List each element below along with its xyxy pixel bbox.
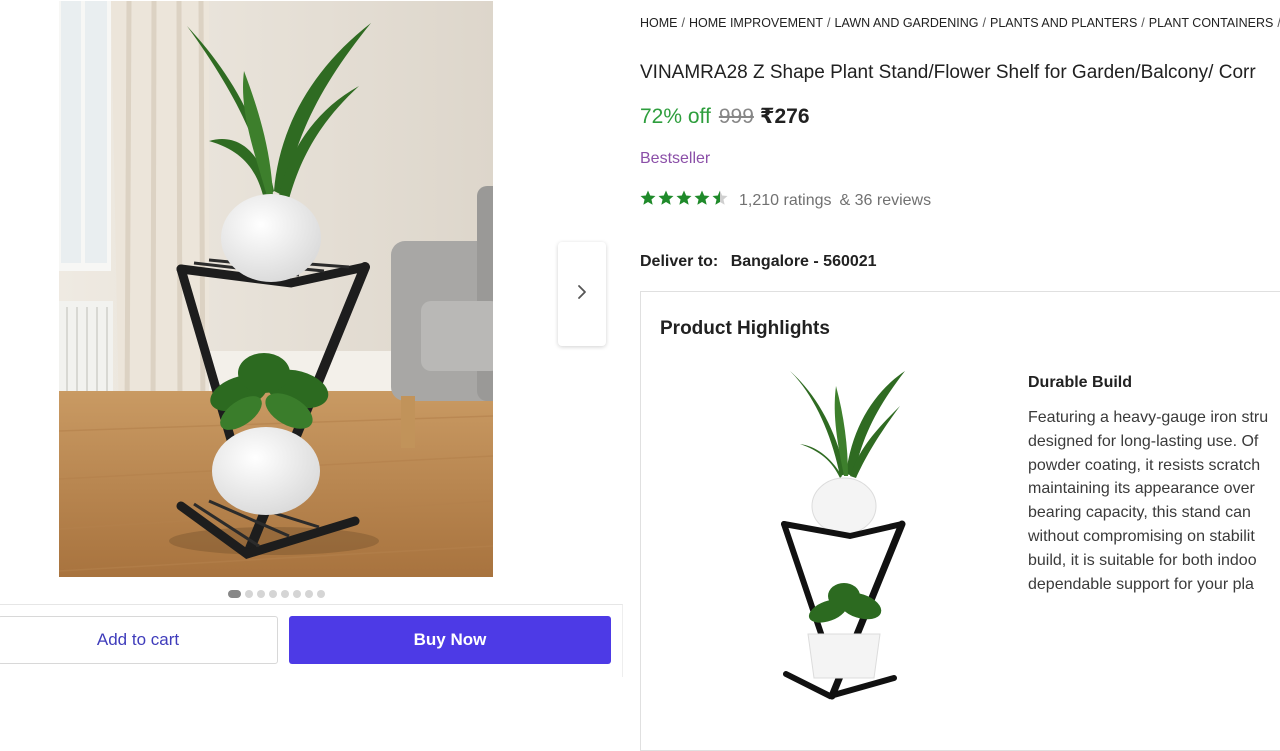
star-icon <box>693 189 711 212</box>
breadcrumb-separator: / <box>1141 16 1145 30</box>
highlight-feature-description: Featuring a heavy-gauge iron stru designe… <box>1028 406 1280 596</box>
star-icon <box>639 189 657 212</box>
carousel-dot[interactable] <box>292 590 301 598</box>
carousel-dot[interactable] <box>316 590 325 598</box>
highlight-product-image <box>770 366 920 716</box>
description-line: maintaining its appearance over <box>1028 480 1255 498</box>
deliver-to-label: Deliver to: <box>640 253 719 270</box>
rating-summary[interactable]: 1,210 ratings & 36 reviews <box>639 189 931 212</box>
original-price: 999 <box>718 105 754 128</box>
delivery-pincode[interactable]: Bangalore - 560021 <box>731 253 877 270</box>
description-line: without compromising on stabilit <box>1028 527 1255 545</box>
discount-label: 72% off <box>640 105 711 128</box>
bestseller-badge: Bestseller <box>640 150 711 167</box>
description-line: dependable support for your pla <box>1028 575 1254 593</box>
breadcrumb-item[interactable]: HOME IMPROVEMENT <box>689 16 823 30</box>
delivery-location[interactable]: Deliver to: Bangalore - 560021 <box>640 253 877 271</box>
highlights-title: Product Highlights <box>660 318 830 339</box>
image-carousel-dots[interactable] <box>0 588 552 600</box>
breadcrumb-separator: / <box>827 16 831 30</box>
breadcrumb-separator: / <box>982 16 987 30</box>
description-line: bearing capacity, this stand can <box>1028 504 1251 522</box>
breadcrumb-item[interactable]: HOME <box>640 16 678 30</box>
star-icon <box>711 189 729 212</box>
breadcrumb-separator: / <box>681 16 685 30</box>
description-line: powder coating, it resists scratch <box>1028 456 1261 474</box>
carousel-dot[interactable] <box>244 590 253 598</box>
star-rating <box>639 189 729 212</box>
price-row: 72% off 999 ₹276 <box>640 104 810 129</box>
ratings-count: 1,210 ratings <box>739 191 832 209</box>
description-line: build, it is suitable for both indoo <box>1028 551 1257 569</box>
breadcrumb-separator: / <box>1273 16 1280 30</box>
next-image-button[interactable] <box>558 242 606 346</box>
buy-now-button[interactable]: Buy Now <box>289 616 611 664</box>
breadcrumb-item[interactable]: PLANTS AND PLANTERS <box>990 16 1137 30</box>
description-line: Featuring a heavy-gauge iron stru <box>1028 409 1269 426</box>
carousel-dot[interactable] <box>268 590 277 598</box>
description-line: designed for long-lasting use. Of <box>1028 432 1259 450</box>
breadcrumb: HOME / HOME IMPROVEMENT / LAWN AND GARDENING… <box>640 16 1280 30</box>
product-title: VINAMRA28 Z Shape Plant Stand/Flower She… <box>640 62 1256 83</box>
reviews-count: & 36 reviews <box>839 191 932 209</box>
carousel-dot[interactable] <box>227 590 241 598</box>
chevron-right-icon <box>575 284 589 305</box>
selling-price: ₹276 <box>759 105 810 128</box>
carousel-dot[interactable] <box>304 590 313 598</box>
breadcrumb-item[interactable]: PLANT CONTAINERS <box>1149 16 1274 30</box>
add-to-cart-button[interactable]: Add to cart <box>0 616 278 664</box>
carousel-dot[interactable] <box>280 590 289 598</box>
product-main-image[interactable] <box>59 1 493 577</box>
star-icon <box>675 189 693 212</box>
star-icon <box>657 189 675 212</box>
highlight-feature-title: Durable Build <box>1028 374 1133 391</box>
carousel-dot[interactable] <box>256 590 265 598</box>
breadcrumb-item[interactable]: LAWN AND GARDENING <box>835 16 979 30</box>
